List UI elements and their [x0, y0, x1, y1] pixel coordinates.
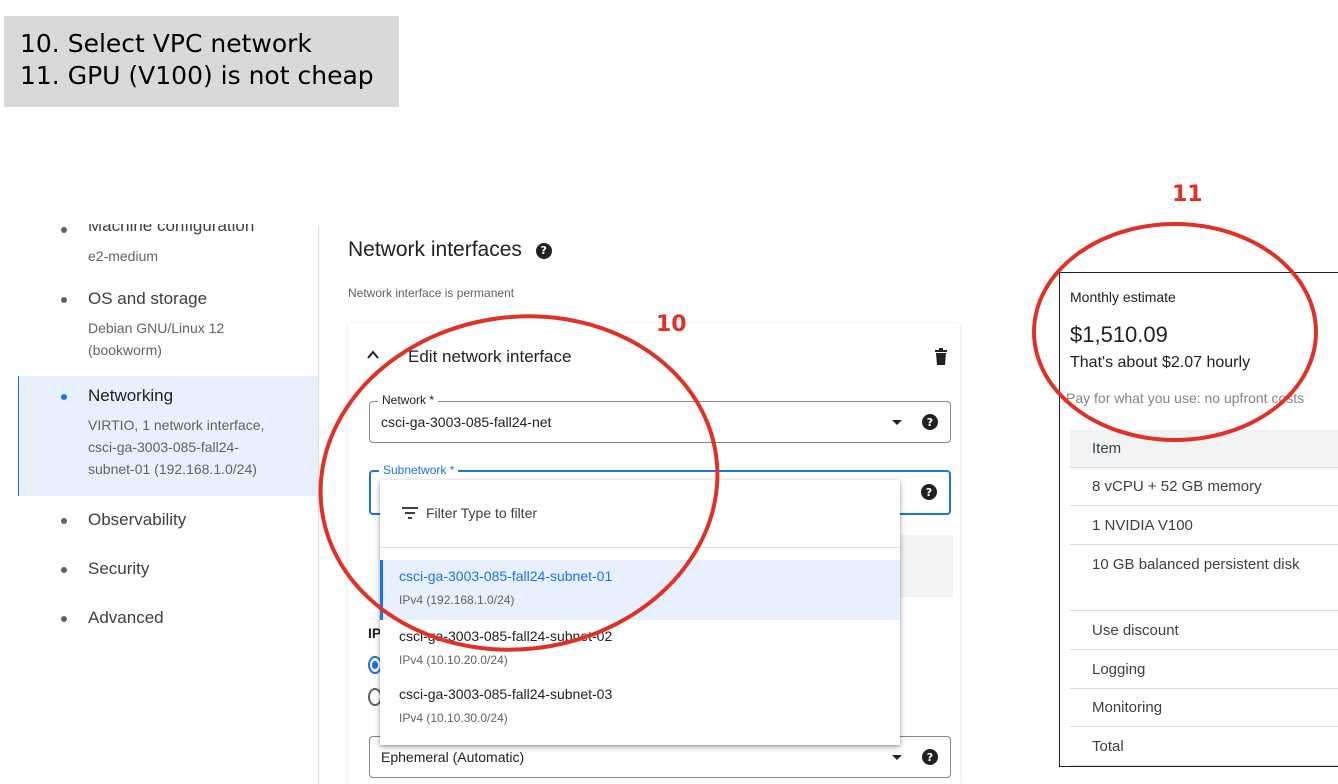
chevron-up-icon[interactable] — [366, 348, 380, 362]
subnet-option-03[interactable]: csci-ga-3003-085-fall24-subnet-03 IPv4 (… — [380, 678, 900, 738]
section-subtitle: Network interface is permanent — [348, 286, 515, 300]
sidebar-item-observability[interactable]: Observability — [0, 508, 318, 538]
bullet-icon — [61, 227, 67, 233]
sidebar-item-security[interactable]: Security — [0, 557, 318, 587]
estimate-row: 10 GB balanced persistent disk — [1070, 545, 1338, 611]
section-title-text: Network interfaces — [348, 238, 522, 261]
annotation-circle-11 — [1032, 222, 1318, 442]
sidebar-item-sub: subnet-01 (192.168.1.0/24) — [88, 461, 257, 477]
estimate-row-label: 8 vCPU + 52 GB memory — [1092, 478, 1262, 495]
subnet-option-name: csci-ga-3003-085-fall24-subnet-03 — [399, 686, 613, 702]
estimate-row: Logging — [1070, 650, 1338, 689]
sidebar-item-networking[interactable]: Networking VIRTIO, 1 network interface, … — [0, 385, 318, 495]
sidebar-item-os-storage[interactable]: OS and storage Debian GNU/Linux 12 (book… — [0, 288, 318, 368]
bullet-icon — [61, 394, 67, 400]
sidebar-item-sub: csci-ga-3003-085-fall24- — [88, 439, 239, 455]
estimate-row-label: Monitoring — [1092, 699, 1163, 716]
estimate-header-item: Item — [1092, 440, 1122, 457]
help-icon[interactable]: ? — [922, 414, 938, 430]
estimate-row-label: 10 GB balanced persistent disk — [1092, 556, 1300, 573]
help-icon[interactable]: ? — [921, 484, 937, 500]
estimate-row: 1 NVIDIA V100 — [1070, 506, 1338, 545]
sidebar-item-label: Security — [88, 559, 150, 578]
bullet-icon — [61, 518, 67, 524]
caption-line-2: 11. GPU (V100) is not cheap — [20, 61, 374, 90]
slide-caption: 10. Select VPC network 11. GPU (V100) is… — [4, 16, 399, 107]
sidebar-item-label: Machine configuration — [88, 216, 255, 235]
section-title: Network interfaces ? — [348, 238, 552, 262]
annotation-marker-10: 10 — [656, 312, 687, 337]
subnet-option-range: IPv4 (10.10.30.0/24) — [399, 711, 508, 725]
sidebar-item-sub: Debian GNU/Linux 12 — [88, 320, 225, 336]
estimate-row-label: Use discount — [1092, 622, 1179, 639]
sidebar-item-sub: (bookworm) — [88, 342, 162, 358]
bullet-icon — [61, 567, 67, 573]
sidebar-item-label: Networking — [88, 386, 174, 405]
sidebar-item-machine-configuration[interactable]: Machine configuration — [0, 216, 318, 270]
sidebar-item-advanced[interactable]: Advanced — [0, 606, 318, 636]
annotation-marker-11: 11 — [1172, 182, 1203, 207]
help-icon[interactable]: ? — [922, 749, 938, 765]
sidebar-item-label: OS and storage — [88, 289, 208, 308]
estimate-row-total: Total — [1070, 727, 1338, 766]
dropdown-arrow-icon — [892, 755, 902, 760]
sidebar-item-label: Observability — [88, 510, 187, 529]
estimate-row: Monitoring — [1070, 689, 1338, 727]
help-icon[interactable]: ? — [535, 242, 552, 259]
estimate-row-label: Logging — [1092, 661, 1146, 678]
caption-line-1: 10. Select VPC network — [20, 29, 312, 58]
sidebar-item-sub: VIRTIO, 1 network interface, — [88, 417, 265, 433]
bullet-icon — [61, 297, 67, 303]
bullet-icon — [61, 616, 67, 622]
trash-icon[interactable] — [934, 348, 948, 365]
estimate-row-label: 1 NVIDIA V100 — [1092, 517, 1193, 534]
sidebar-item-label: Advanced — [88, 608, 164, 627]
external-ip-value: Ephemeral (Automatic) — [381, 749, 525, 765]
info-panel — [900, 535, 953, 597]
sidebar-item-sub: e2-medium — [88, 248, 159, 264]
estimate-row: 8 vCPU + 52 GB memory — [1070, 468, 1338, 506]
estimate-row-label: Total — [1092, 738, 1124, 755]
dropdown-arrow-icon — [892, 420, 902, 425]
estimate-row: Use discount — [1070, 611, 1338, 650]
subnet-option-range: IPv4 (10.10.20.0/24) — [399, 653, 508, 667]
